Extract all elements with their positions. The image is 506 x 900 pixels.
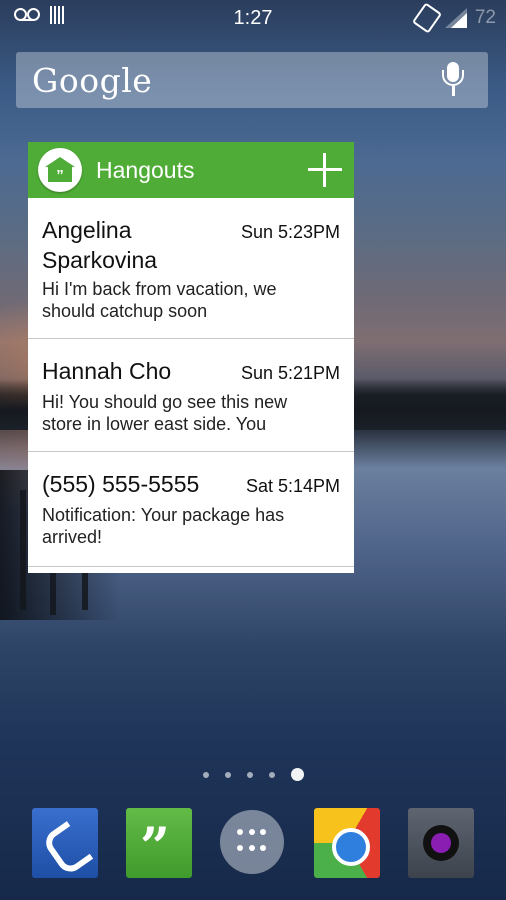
page-dot: [202, 771, 209, 778]
camera-app-icon[interactable]: [408, 808, 474, 878]
page-dot: [224, 771, 231, 778]
conversation-item[interactable]: Angelina Sparkovina Sun 5:23PM Hi I'm ba…: [28, 198, 354, 339]
message-preview: Notification: Your package has arrived!: [42, 505, 285, 547]
google-logo[interactable]: Google: [32, 61, 152, 100]
signal-icon: [444, 8, 467, 28]
widget-header: ” Hangouts: [28, 142, 354, 198]
app-drawer-icon[interactable]: [220, 810, 284, 874]
hangouts-app-icon[interactable]: ”: [126, 808, 192, 878]
contact-name: Angelina Sparkovina: [42, 217, 158, 273]
contact-name: Hannah Cho: [42, 358, 172, 384]
microphone-icon[interactable]: [440, 62, 466, 98]
widget-title: Hangouts: [96, 157, 195, 183]
message-time: Sat 5:14PM: [245, 476, 340, 496]
message-time: Sun 5:21PM: [240, 363, 340, 383]
battery-level: 72: [474, 7, 496, 28]
contact-name: (555) 555-5555: [42, 471, 200, 497]
message-time: Sun 5:23PM: [240, 222, 340, 242]
dock: ”: [0, 808, 506, 878]
message-preview: Hi I'm back from vacation, we should cat…: [42, 279, 277, 321]
phone-app-icon[interactable]: [32, 808, 98, 878]
chrome-app-icon[interactable]: [314, 808, 380, 878]
message-preview: Hi! You should go see this new store in …: [42, 392, 288, 434]
hangouts-widget: ” Hangouts Angelina Sparkovina Sun 5:23P…: [28, 142, 354, 573]
rotation-icon: [411, 2, 442, 34]
widget-footer: [28, 566, 354, 573]
page-dot-active: [290, 768, 304, 781]
page-dot: [268, 771, 275, 778]
status-bar: 1:27 72: [0, 0, 506, 36]
conversation-item[interactable]: (555) 555-5555 Sat 5:14PM Notification: …: [28, 452, 354, 566]
google-search-bar[interactable]: Google: [16, 52, 488, 108]
page-indicator: [0, 768, 506, 781]
add-conversation-icon[interactable]: [308, 153, 342, 187]
conversation-item[interactable]: Hannah Cho Sun 5:21PM Hi! You should go …: [28, 339, 354, 452]
hangouts-logo-icon[interactable]: ”: [38, 148, 82, 192]
page-dot: [246, 771, 253, 778]
